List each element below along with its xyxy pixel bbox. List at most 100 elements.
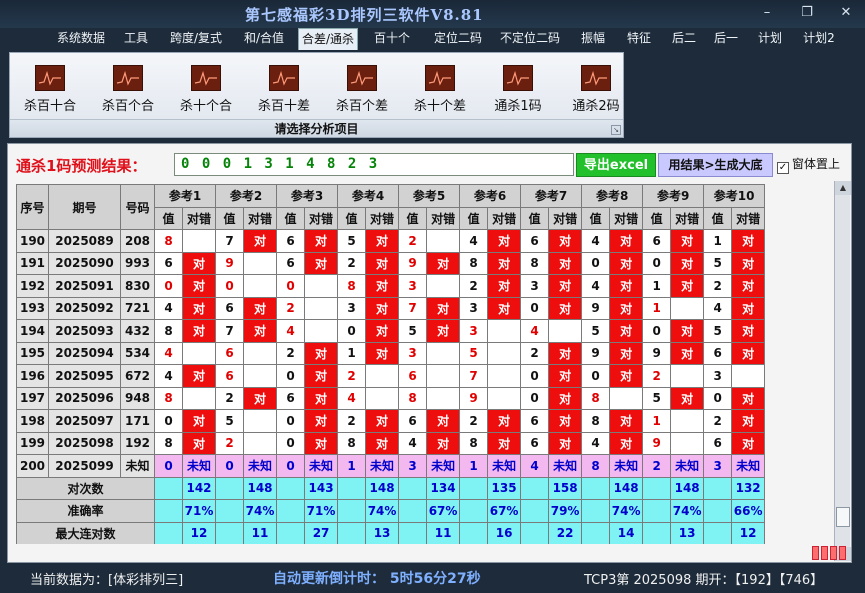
prediction-result-field[interactable]: 0 0 0 1 3 1 4 8 2 3 [174, 153, 574, 176]
menu-item[interactable]: 跨度/复式 [164, 28, 228, 50]
prediction-row[interactable]: 200 2025099 未知 0 未知 0 未知 0 未知 1 未知 3 未知 1 未知 4 未知 8 未知 2 未知 3… [16, 454, 766, 478]
result-hit-cell: 对 [609, 229, 644, 253]
value-cell: 6 [276, 386, 306, 410]
value-cell: 3 [459, 319, 489, 343]
ribbon-button[interactable]: 通杀1码 [483, 65, 553, 114]
close-icon[interactable]: ✕ [833, 3, 859, 23]
ribbon-button[interactable]: 杀十个合 [171, 65, 241, 114]
table-row[interactable]: 193 2025092 721 4 对 6 对 2 3 对 7 对 3 对 0 对 9 对 1 4 对 [16, 296, 766, 320]
result-hit-cell: 对 [365, 251, 400, 275]
value-cell: 0 [642, 319, 672, 343]
table-row[interactable]: 199 2025098 192 8 对 2 0 对 8 对 4 对 8 对 6 对 4 对 9 6 对 [16, 431, 766, 455]
result-hit-cell: 对 [548, 251, 583, 275]
menu-item[interactable]: 百十个 [372, 28, 412, 50]
result-miss-cell [609, 386, 644, 410]
menu-item[interactable]: 工具 [120, 28, 152, 50]
menu-item[interactable]: 后二 [668, 28, 700, 50]
value-cell: 2 [459, 409, 489, 433]
menu-item[interactable]: 振幅 [577, 28, 609, 50]
value-cell: 4 [154, 341, 183, 365]
ribbon-button[interactable]: 杀百个合 [93, 65, 163, 114]
menu-item[interactable]: 不定位二码 [496, 28, 564, 50]
table-subheader-result: 对错 [426, 206, 461, 230]
value-cell: 3 [703, 364, 733, 388]
result-hit-cell: 对 [243, 386, 278, 410]
value-cell: 5 [581, 319, 611, 343]
generate-base-button[interactable]: 用结果>生成大底 [658, 153, 773, 177]
value-cell: 6 [520, 229, 550, 253]
value-cell: 8 [520, 251, 550, 275]
result-hit-cell: 对 [609, 431, 644, 455]
table-header-ref: 参考9 [642, 184, 705, 208]
result-hit-cell: 对 [548, 386, 583, 410]
result-hit-cell: 对 [365, 319, 400, 343]
ribbon-button[interactable]: 杀百个差 [327, 65, 397, 114]
reference-table-wrap: 序号 期号 号码 参考1 参考2 参考3 参考4 参考5 参考6 参考7 参考8 参考9 参考10 值对错… [16, 184, 766, 544]
row-seq: 197 [16, 386, 49, 410]
unknown-result-cell: 未知 [426, 454, 461, 478]
value-cell: 8 [581, 409, 611, 433]
table-header-period: 期号 [48, 184, 121, 230]
menu-item[interactable]: 后一 [710, 28, 742, 50]
table-row[interactable]: 197 2025096 948 8 2 对 6 对 4 8 9 0 对 8 5 对 0 对 [16, 386, 766, 410]
scroll-thumb[interactable] [836, 507, 850, 527]
stats-spacer [703, 499, 733, 523]
table-row[interactable]: 190 2025089 208 8 7 对 6 对 5 对 2 4 对 6 对 4 对 6 对 1 对 [16, 229, 766, 253]
table-subheader-value: 值 [276, 206, 306, 230]
row-number: 830 [120, 274, 155, 298]
menu-item[interactable]: 定位二码 [430, 28, 486, 50]
value-cell: 2 [398, 229, 428, 253]
result-hit-cell: 对 [609, 341, 644, 365]
result-miss-cell [243, 274, 278, 298]
stats-spacer [337, 499, 367, 523]
result-hit-cell: 对 [670, 386, 705, 410]
table-row[interactable]: 195 2025094 534 4 6 2 对 1 对 3 5 2 对 9 对 9 对 6 对 [16, 341, 766, 365]
result-hit-cell: 对 [670, 341, 705, 365]
stats-row: 准确率 71% 74% 71% 74% 67% 67% 79% 74% 74% 66% [16, 499, 766, 523]
vertical-scrollbar[interactable]: ▲ ▼ [834, 181, 851, 561]
result-hit-cell: 对 [548, 341, 583, 365]
table-row[interactable]: 198 2025097 171 0 对 5 0 对 2 对 6 对 2 对 6 对 8 对 1 2 对 [16, 409, 766, 433]
progress-marks [812, 546, 850, 560]
result-hit-cell: 对 [365, 296, 400, 320]
value-cell: 4 [337, 386, 367, 410]
result-hit-cell: 对 [181, 319, 217, 343]
result-miss-cell [426, 274, 461, 298]
maximize-icon[interactable]: ❐ [794, 3, 820, 23]
row-number: 993 [120, 251, 155, 275]
update-countdown: 自动更新倒计时： 5时56分27秒 [273, 571, 481, 587]
predicted-value-cell: 1 [337, 454, 367, 478]
table-row[interactable]: 192 2025091 830 0 对 0 0 8 对 3 2 对 3 对 4 对 1 对 2 对 [16, 274, 766, 298]
value-cell: 0 [276, 431, 306, 455]
ribbon-button[interactable]: 杀百十合 [15, 65, 85, 114]
menu-item[interactable]: 计划2 [799, 28, 839, 50]
export-excel-button[interactable]: 导出excel [576, 153, 656, 177]
menu-item[interactable]: 系统数据 [52, 28, 110, 50]
menu-item[interactable]: 特征 [622, 28, 656, 50]
minimize-icon[interactable]: – [754, 3, 780, 23]
stats-value: 27 [304, 521, 339, 544]
value-cell: 0 [520, 364, 550, 388]
ribbon-button[interactable]: 通杀2码 [561, 65, 631, 114]
table-row[interactable]: 191 2025090 993 6 对 9 6 对 2 对 9 对 8 对 8 对 0 对 0 对 5 对 [16, 251, 766, 275]
table-row[interactable]: 194 2025093 432 8 对 7 对 4 0 对 5 对 3 4 5 对 0 对 5 对 [16, 319, 766, 343]
stats-value: 71% [181, 499, 217, 523]
window-ontop-checkbox[interactable]: ✓ [777, 162, 789, 174]
scroll-up-icon[interactable]: ▲ [835, 181, 851, 195]
ribbon-expand-icon[interactable]: ↘ [611, 125, 621, 135]
ribbon-button[interactable]: 杀百十差 [249, 65, 319, 114]
row-seq: 192 [16, 274, 49, 298]
row-seq: 195 [16, 341, 49, 365]
value-cell: 0 [642, 251, 672, 275]
menu-item[interactable]: 和/合值 [240, 28, 288, 50]
ribbon-caption: 请选择分析项目 [10, 119, 623, 137]
table-row[interactable]: 196 2025095 672 4 对 6 0 对 2 6 7 0 对 0 对 2 3 [16, 364, 766, 388]
ribbon-button[interactable]: 杀十个差 [405, 65, 475, 114]
menu-item[interactable]: 合差/通杀 [298, 28, 358, 50]
stats-value: 12 [731, 521, 766, 544]
value-cell: 6 [215, 364, 245, 388]
menu-item[interactable]: 计划 [754, 28, 786, 50]
value-cell: 2 [276, 341, 306, 365]
window-ontop-option[interactable]: ✓ 窗体置上 [777, 155, 840, 174]
value-cell: 3 [459, 296, 489, 320]
